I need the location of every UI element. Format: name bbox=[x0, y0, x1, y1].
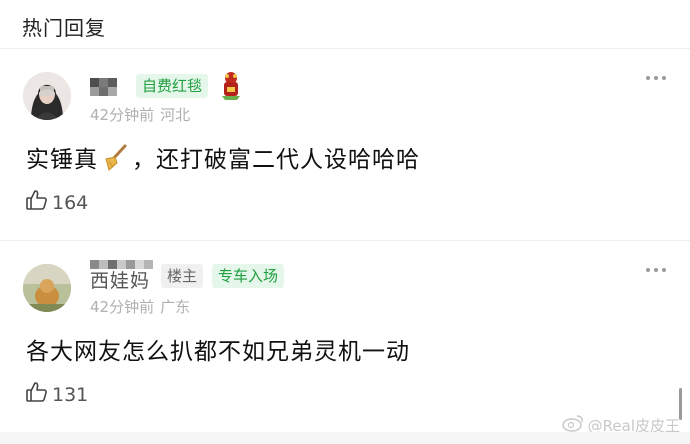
comment-text-part1: 实锤真 bbox=[26, 147, 98, 173]
broom-emoji bbox=[101, 143, 129, 171]
avatar[interactable] bbox=[23, 264, 71, 312]
comment-text: 实锤真 ，还打破富二代人设哈哈哈 bbox=[26, 140, 420, 174]
comment-text: 各大网友怎么扒都不如兄弟灵机一动 bbox=[26, 339, 410, 365]
charm-icon bbox=[218, 70, 244, 100]
comment-location: 河北 bbox=[160, 106, 191, 124]
avatar[interactable] bbox=[23, 72, 71, 120]
like-button[interactable]: 131 bbox=[25, 380, 88, 409]
username[interactable]: 西娃妈 bbox=[90, 266, 150, 293]
comment-text-part2: ，还打破富二代人设哈哈哈 bbox=[132, 147, 420, 173]
comment-time: 42分钟前 bbox=[90, 106, 155, 124]
badge-owner: 楼主 bbox=[161, 264, 204, 288]
like-count: 131 bbox=[52, 383, 89, 406]
comment-divider bbox=[0, 240, 690, 241]
section-title: 热门回复 bbox=[22, 16, 106, 40]
more-icon[interactable] bbox=[646, 76, 666, 80]
comment-location: 广东 bbox=[160, 298, 191, 316]
bottom-bar bbox=[0, 432, 690, 444]
more-icon[interactable] bbox=[646, 268, 666, 272]
like-count: 164 bbox=[52, 191, 89, 214]
comment-meta: 42分钟前 广东 bbox=[90, 296, 190, 317]
thumbs-up-icon bbox=[25, 188, 49, 217]
badge-vip-entry: 专车入场 bbox=[212, 264, 285, 288]
like-button[interactable]: 164 bbox=[25, 188, 88, 217]
comment-time: 42分钟前 bbox=[90, 298, 155, 316]
username-mosaic[interactable] bbox=[90, 74, 124, 96]
badge-red-carpet: 自费红毯 bbox=[136, 74, 209, 98]
section-divider bbox=[0, 48, 690, 49]
thumbs-up-icon bbox=[25, 380, 49, 409]
comment-meta: 42分钟前 河北 bbox=[90, 104, 190, 125]
